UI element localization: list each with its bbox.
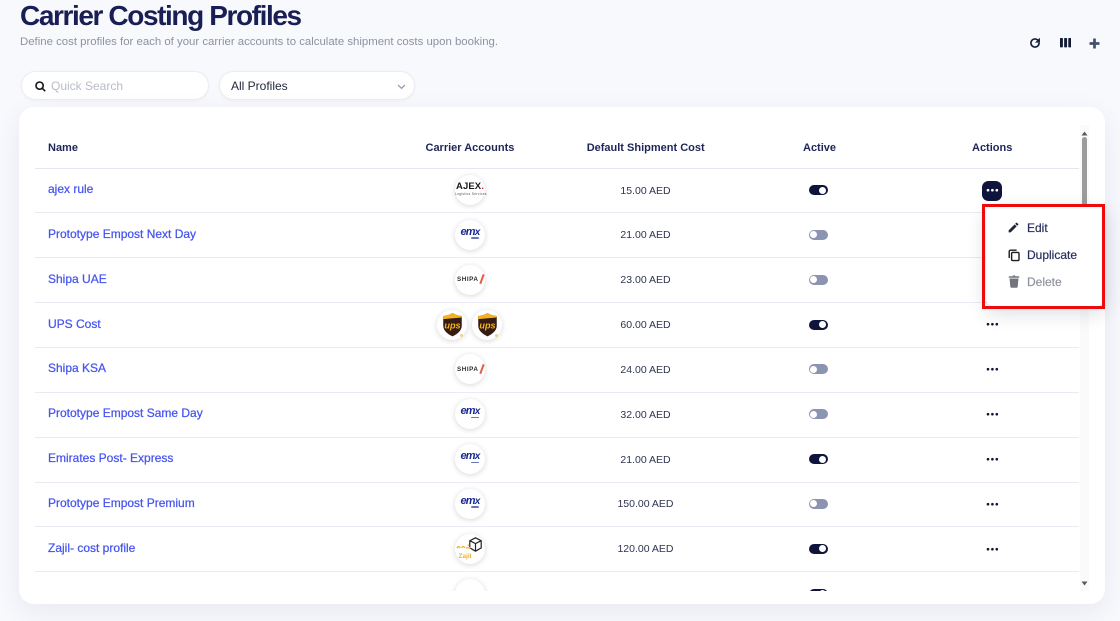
svg-text:ups: ups <box>479 320 495 330</box>
svg-text:ups: ups <box>444 320 460 330</box>
